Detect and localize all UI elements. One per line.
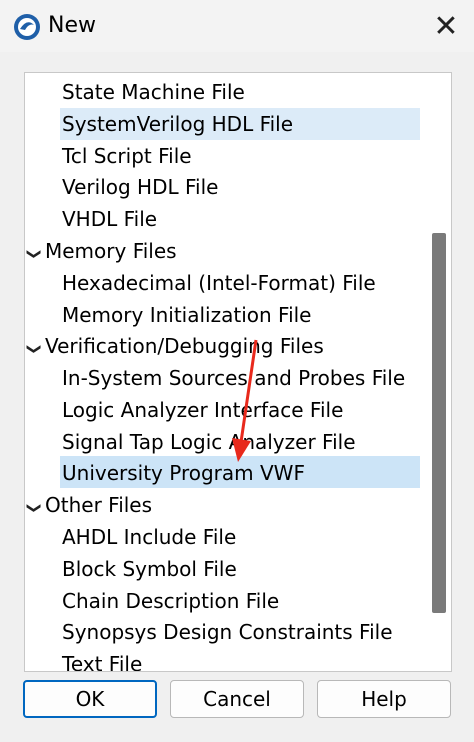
cancel-button[interactable]: Cancel xyxy=(170,680,304,718)
annotation-arrow-icon xyxy=(232,339,258,462)
ok-button[interactable]: OK xyxy=(23,680,157,718)
help-button[interactable]: Help xyxy=(317,680,451,718)
